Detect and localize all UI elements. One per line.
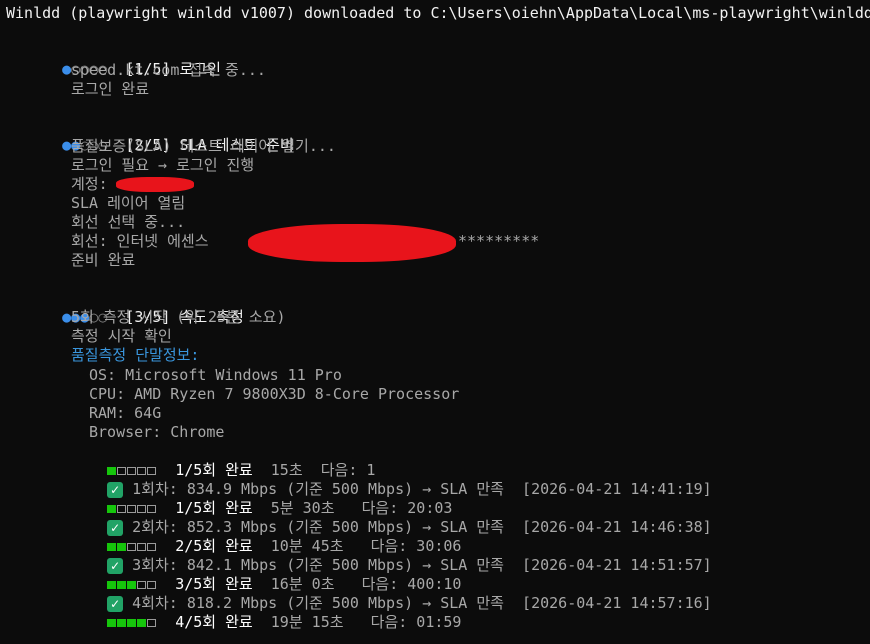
progress-segment — [127, 618, 137, 627]
circuit-redaction — [248, 224, 456, 262]
progress-label: 4/5회 완료 — [175, 613, 253, 631]
progress-row: 4/5회 완료 19분 15초 다음: 01:59 — [71, 594, 461, 631]
step-2-header: ●●○○○ [2/5] SLA 테스트 준비 — [26, 117, 294, 154]
result-row: ✓ 2회차: 852.3 Mbps (기준 500 Mbps) → SLA 만족… — [71, 499, 712, 536]
step-2-line: SLA 레이어 열림 — [71, 194, 186, 212]
step-2-line: 준비 완료 — [71, 251, 136, 269]
step-2-line: 회선 선택 중... — [71, 213, 186, 231]
step-3-header: ●●●○○ [3/5] 속도 측정 — [26, 289, 244, 326]
circuit-line: 회선: 인터넷 에센스 — [71, 232, 209, 250]
progress-segment — [147, 618, 157, 627]
result-row: ✓ 1회차: 834.9 Mbps (기준 500 Mbps) → SLA 만족… — [71, 461, 712, 498]
result-row: ✓ 3회차: 842.1 Mbps (기준 500 Mbps) → SLA 만족… — [71, 537, 712, 574]
progress-row: 1/5회 완료 15초 다음: 1 — [71, 442, 375, 479]
result-timestamp: [2026-04-21 14:57:16] — [522, 594, 712, 612]
progress-segment — [137, 618, 147, 627]
device-info-label: 품질측정 단말정보: — [71, 346, 200, 364]
progress-row: 2/5회 완료 10분 45초 다음: 30:06 — [71, 518, 461, 555]
terminal-window: Winldd (playwright winldd v1007) downloa… — [0, 0, 870, 644]
step-3-line: 5회 측정 시작 (약 25분 소요) — [71, 308, 286, 326]
device-info-browser: Browser: Chrome — [89, 423, 225, 441]
progress-bar — [107, 613, 157, 631]
step-1-line: 로그인 완료 — [71, 80, 150, 98]
progress-next: 다음: 01:59 — [370, 613, 462, 631]
progress-row: 1/5회 완료 5분 30초 다음: 20:03 — [71, 480, 452, 517]
device-info-ram: RAM: 64G — [89, 404, 162, 422]
account-redaction — [116, 177, 194, 192]
progress-segment — [107, 618, 117, 627]
device-info-os: OS: Microsoft Windows 11 Pro — [89, 366, 342, 384]
result-timestamp: [2026-04-21 14:46:38] — [522, 518, 712, 536]
account-line: 계정: — [71, 175, 108, 193]
download-message: Winldd (playwright winldd v1007) downloa… — [6, 4, 870, 22]
progress-segment — [117, 618, 127, 627]
progress-elapsed: 19분 15초 — [270, 613, 344, 631]
step-3-line: 측정 시작 확인 — [71, 327, 172, 345]
progress-row: 3/5회 완료 16분 0초 다음: 400:10 — [71, 556, 461, 593]
result-timestamp: [2026-04-21 14:51:57] — [522, 556, 712, 574]
masked-circuit-id: ********* — [458, 232, 540, 250]
step-2-line: 품질보증(SLA) 테스트 레이어 열기... — [71, 137, 336, 155]
step-1-line: speed.kt.com 접속 중... — [71, 61, 266, 79]
result-timestamp: [2026-04-21 14:41:19] — [522, 480, 712, 498]
step-2-line: 로그인 필요 → 로그인 진행 — [71, 156, 255, 174]
result-row: ✓ 4회차: 818.2 Mbps (기준 500 Mbps) → SLA 만족… — [71, 575, 712, 612]
step-1-header: ●○○○○ [1/5] 로그인 — [26, 41, 221, 78]
device-info-cpu: CPU: AMD Ryzen 7 9800X3D 8-Core Processo… — [89, 385, 460, 403]
